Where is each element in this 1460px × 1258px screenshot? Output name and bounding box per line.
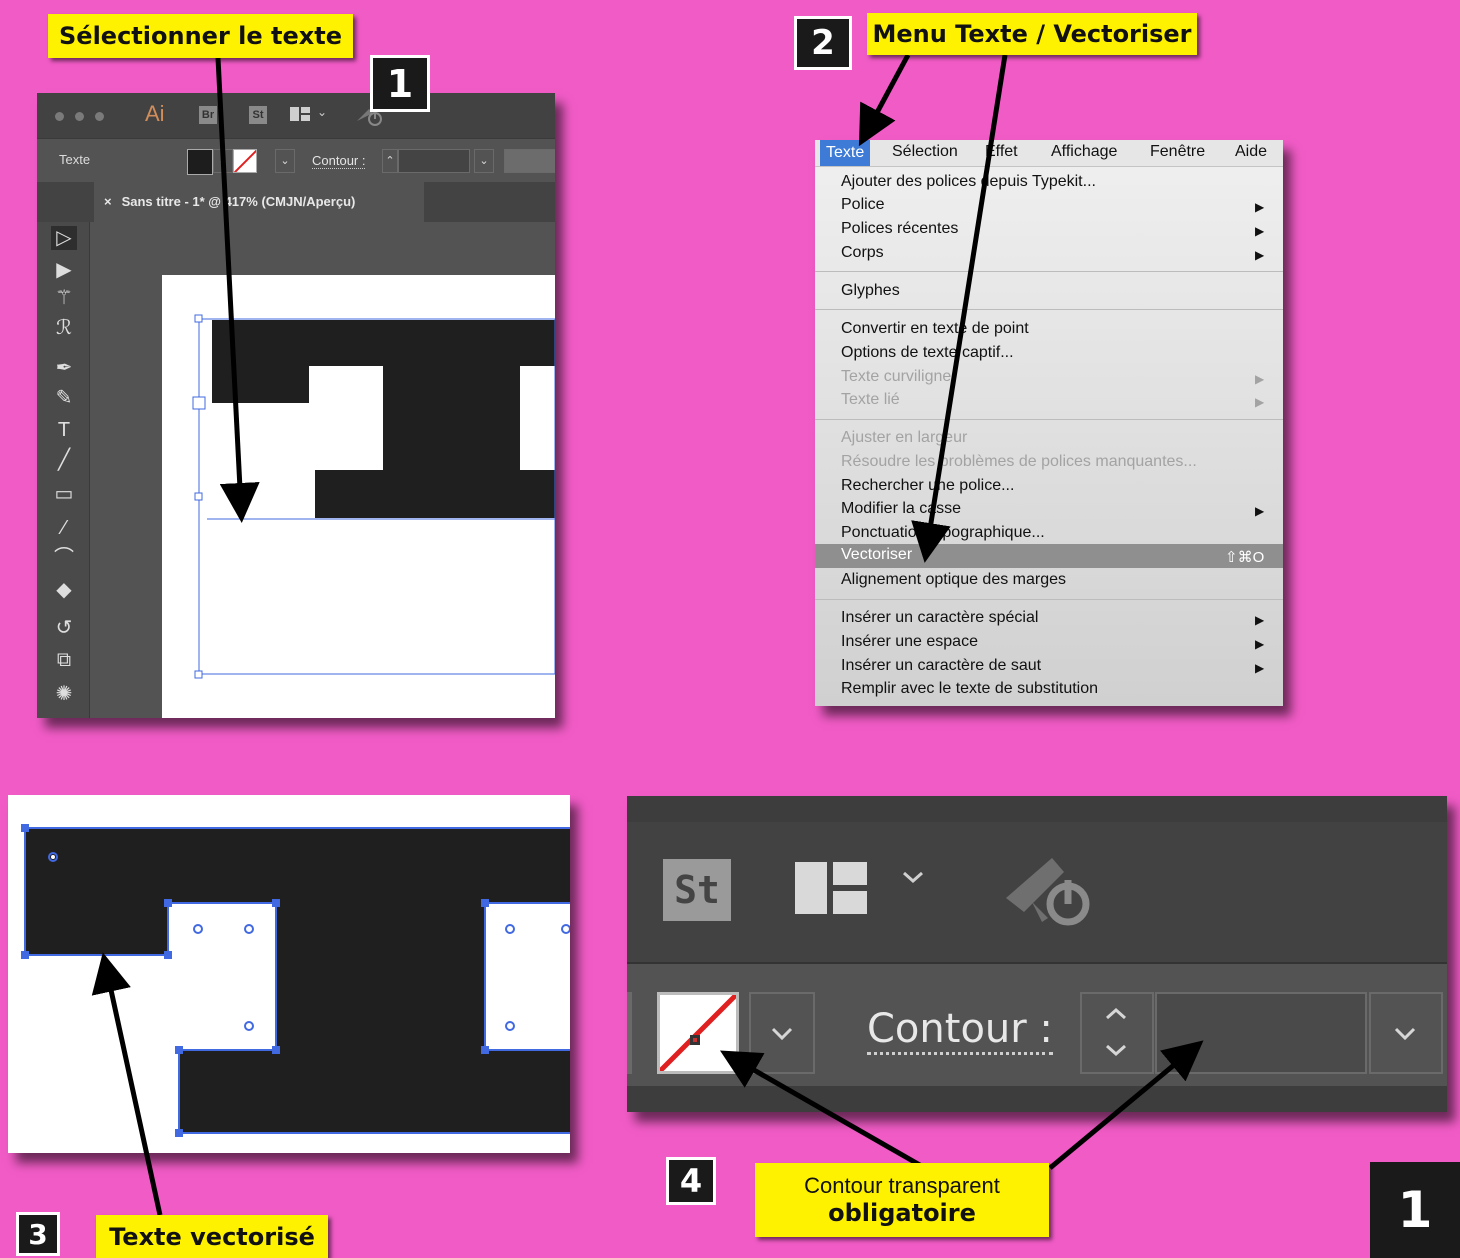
callout-menu-vectoriser: Menu Texte / Vectoriser (867, 13, 1197, 55)
arrow-select-text (215, 57, 260, 523)
callout-transparent-stroke: Contour transparent obligatoire (755, 1163, 1049, 1237)
arrow-outlined-text (91, 952, 163, 1216)
arrow-texte-menu (858, 53, 911, 147)
step-number-2: 2 (794, 16, 852, 70)
callout-select-text: Sélectionner le texte (48, 14, 353, 58)
arrow-stroke-weight (1048, 1040, 1204, 1170)
step-number-1: 1 (370, 55, 430, 112)
arrow-vectoriser (911, 54, 1008, 563)
arrow-stroke-swatch (719, 1050, 927, 1171)
annotation-arrows (91, 53, 1204, 1216)
page-number: 1 (1370, 1162, 1460, 1258)
callout-line1: Contour transparent (804, 1173, 1000, 1198)
step-number-4: 4 (666, 1157, 716, 1205)
callout-outlined-text: Texte vectorisé (96, 1215, 328, 1258)
step-number-3: 3 (16, 1212, 60, 1256)
callout-line2: obligatoire (828, 1199, 976, 1227)
